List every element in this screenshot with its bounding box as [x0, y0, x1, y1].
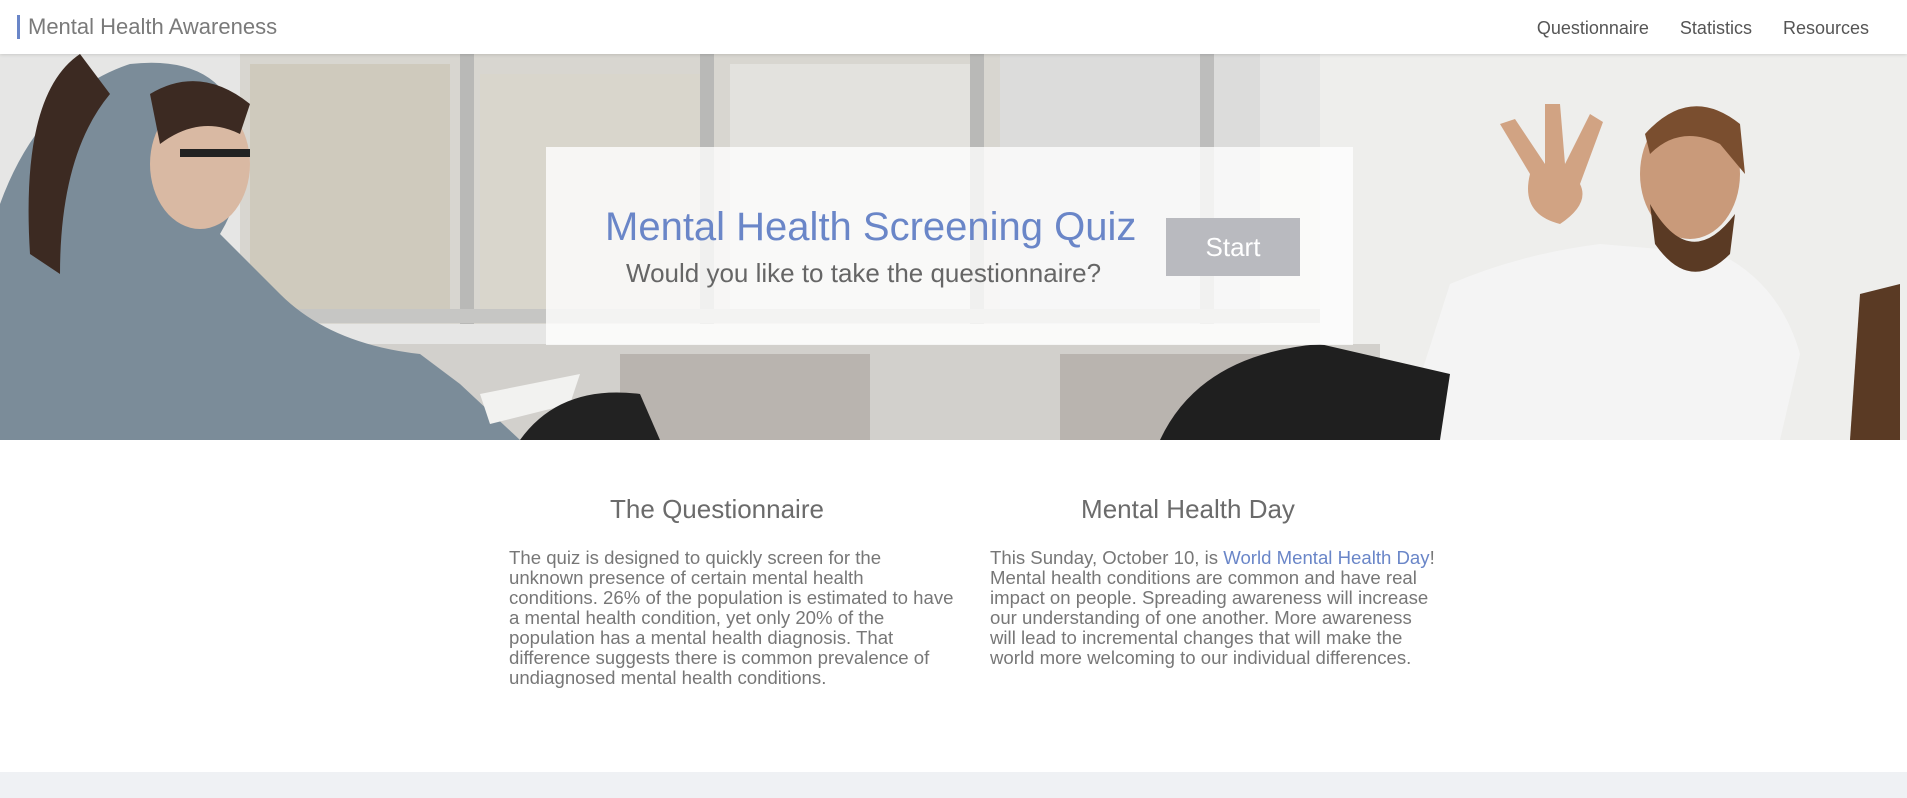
brand-accent-bar — [17, 15, 20, 39]
nav-links: Questionnaire Statistics Resources — [1537, 18, 1869, 39]
brand-logo[interactable]: Mental Health Awareness — [17, 14, 277, 40]
health-day-body-start: This Sunday, October 10, is — [990, 547, 1224, 568]
health-day-section: Mental Health Day This Sunday, October 1… — [990, 494, 1435, 668]
nav-link-questionnaire[interactable]: Questionnaire — [1537, 18, 1649, 39]
start-button[interactable]: Start — [1166, 218, 1300, 276]
nav-link-statistics[interactable]: Statistics — [1680, 18, 1752, 39]
hero-subtitle: Would you like to take the questionnaire… — [626, 258, 1102, 288]
footer — [0, 772, 1907, 798]
top-navbar: Mental Health Awareness Questionnaire St… — [0, 0, 1907, 54]
health-day-body: This Sunday, October 10, is World Mental… — [990, 548, 1435, 668]
health-day-heading: Mental Health Day — [1081, 494, 1295, 524]
nav-link-resources[interactable]: Resources — [1783, 18, 1869, 39]
brand-title: Mental Health Awareness — [28, 14, 278, 39]
hero-banner: Mental Health Screening Quiz Would you l… — [0, 54, 1907, 440]
hero-title: Mental Health Screening Quiz — [605, 205, 1137, 249]
questionnaire-section: The Questionnaire The quiz is designed t… — [509, 494, 953, 688]
world-mental-health-day-link[interactable]: World Mental Health Day — [1223, 547, 1429, 568]
questionnaire-body: The quiz is designed to quickly screen f… — [509, 547, 954, 688]
questionnaire-heading: The Questionnaire — [610, 494, 824, 524]
